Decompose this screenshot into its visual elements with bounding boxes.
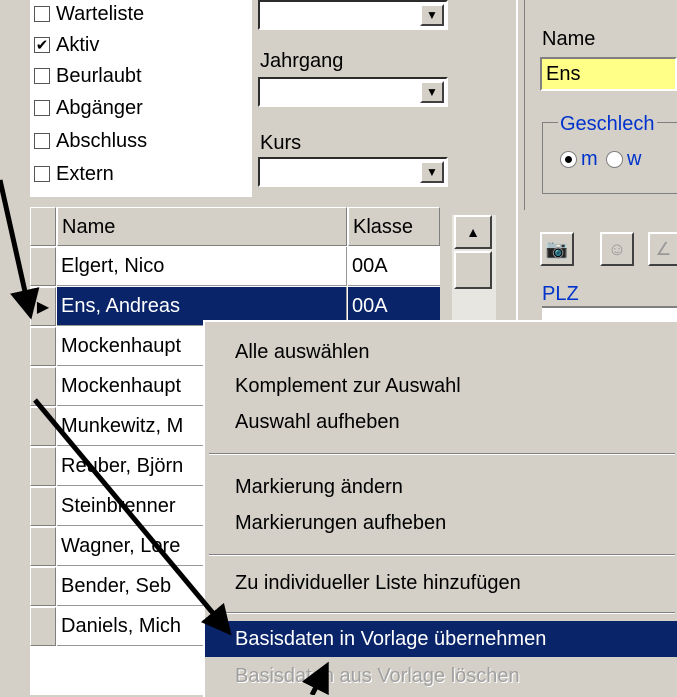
filter-abgaenger[interactable]: Abgänger bbox=[34, 96, 143, 120]
status-combo[interactable]: ▼ bbox=[258, 0, 448, 30]
scroll-thumb[interactable] bbox=[454, 251, 492, 289]
jahrgang-label: Jahrgang bbox=[260, 50, 344, 72]
checkbox[interactable] bbox=[34, 6, 50, 22]
checkbox[interactable] bbox=[34, 166, 50, 182]
row-header[interactable] bbox=[30, 367, 56, 406]
radio-selected-icon[interactable] bbox=[560, 151, 577, 168]
context-menu: Alle auswählen Komplement zur Auswahl Au… bbox=[203, 320, 677, 697]
menu-separator bbox=[209, 612, 675, 614]
menu-item-clear-selection[interactable]: Auswahl aufheben bbox=[205, 404, 677, 440]
checkbox[interactable] bbox=[34, 68, 50, 84]
row-header[interactable] bbox=[30, 487, 56, 526]
row-header[interactable] bbox=[30, 607, 56, 646]
annotation-arrow-1 bbox=[0, 179, 40, 320]
cell-name[interactable]: Elgert, Nico bbox=[57, 247, 347, 286]
jahrgang-combo[interactable]: ▼ bbox=[258, 77, 448, 107]
kurs-label: Kurs bbox=[260, 132, 302, 154]
plz-label: PLZ bbox=[542, 283, 579, 305]
menu-item-clear-marks[interactable]: Markierungen aufheben bbox=[205, 505, 677, 541]
filter-aktiv[interactable]: ✔ Aktiv bbox=[34, 33, 99, 57]
row-header[interactable] bbox=[30, 407, 56, 446]
column-header-name[interactable]: Name bbox=[57, 207, 347, 246]
kurs-combo[interactable]: ▼ bbox=[258, 157, 448, 187]
name-label: Name bbox=[542, 28, 596, 50]
column-header-klasse[interactable]: Klasse bbox=[348, 207, 440, 246]
menu-item-change-mark[interactable]: Markierung ändern bbox=[205, 469, 677, 505]
menu-item-complement[interactable]: Komplement zur Auswahl bbox=[205, 368, 677, 404]
radio-icon[interactable] bbox=[606, 151, 623, 168]
chevron-down-icon[interactable]: ▼ bbox=[420, 4, 444, 26]
checkbox-checked[interactable]: ✔ bbox=[34, 37, 50, 53]
row-header[interactable] bbox=[30, 447, 56, 486]
row-header[interactable] bbox=[30, 327, 56, 366]
chevron-down-icon[interactable]: ▼ bbox=[420, 161, 444, 183]
filter-warteliste[interactable]: Warteliste bbox=[34, 2, 144, 26]
filter-abschluss[interactable]: Abschluss bbox=[34, 129, 147, 153]
menu-item-select-all[interactable]: Alle auswählen bbox=[205, 334, 677, 370]
edit-icon[interactable]: ∠ bbox=[648, 232, 677, 266]
row-header[interactable] bbox=[30, 247, 56, 286]
menu-item-add-to-list[interactable]: Zu individueller Liste hinzufügen bbox=[205, 565, 677, 601]
checkbox[interactable] bbox=[34, 100, 50, 116]
checkbox[interactable] bbox=[34, 133, 50, 149]
smiley-icon[interactable]: ☺ bbox=[600, 232, 634, 266]
corner-cell bbox=[30, 207, 56, 246]
status-filter-panel: Warteliste ✔ Aktiv Beurlaubt Abgänger Ab… bbox=[30, 0, 252, 197]
cell-klasse[interactable]: 00A bbox=[348, 247, 440, 286]
row-header[interactable] bbox=[30, 567, 56, 606]
gender-radio-w[interactable]: w bbox=[606, 148, 641, 171]
menu-item-copy-to-template[interactable]: Basisdaten in Vorlage übernehmen bbox=[205, 621, 677, 657]
current-row-pointer-icon[interactable]: ▶ bbox=[30, 287, 56, 326]
menu-separator bbox=[209, 453, 675, 455]
name-field[interactable]: Ens bbox=[540, 57, 677, 91]
table-row[interactable]: Elgert, Nico 00A bbox=[30, 247, 440, 287]
gender-radio-m[interactable]: m bbox=[560, 148, 598, 171]
filter-extern[interactable]: Extern bbox=[34, 162, 114, 186]
gender-group-label: Geschlech bbox=[558, 113, 657, 136]
camera-icon[interactable]: 📷 bbox=[540, 232, 574, 266]
filter-beurlaubt[interactable]: Beurlaubt bbox=[34, 64, 142, 88]
menu-separator bbox=[209, 554, 675, 556]
grid-header: Name Klasse bbox=[30, 207, 440, 247]
scroll-up-icon[interactable]: ▲ bbox=[454, 215, 492, 249]
row-header[interactable] bbox=[30, 527, 56, 566]
chevron-down-icon[interactable]: ▼ bbox=[420, 81, 444, 103]
menu-item-delete-from-template: Basisdaten aus Vorlage löschen bbox=[235, 665, 520, 687]
